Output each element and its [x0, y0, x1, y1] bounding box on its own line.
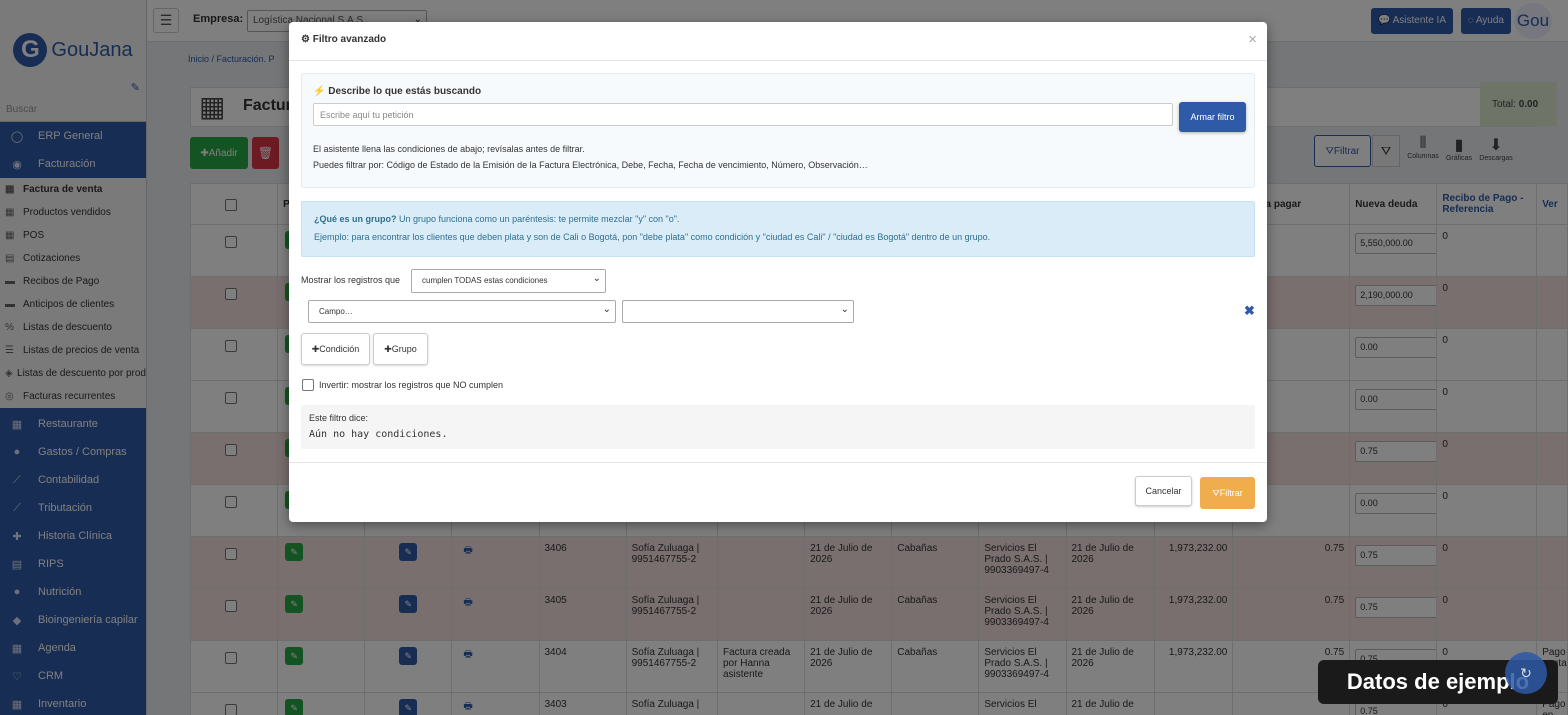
apply-filter-label: Filtrar — [1219, 488, 1243, 498]
plus-icon: ✚ — [384, 343, 392, 354]
group-info-answer: Un grupo funciona como un paréntesis: te… — [396, 214, 680, 224]
add-condition-button[interactable]: ✚ Condición — [301, 333, 370, 365]
plus-icon: ✚ — [311, 343, 320, 354]
group-info-example: Ejemplo: para encontrar los clientes que… — [314, 232, 991, 242]
ai-panel-title: ⚡ Describe lo que estás buscando — [313, 86, 481, 97]
add-condition-label: Condición — [319, 344, 360, 354]
apply-filter-button[interactable]: ⛛ Filtrar — [1200, 477, 1255, 509]
operator-select[interactable]: ⌄ — [622, 300, 854, 323]
gear-icon: ⚙ — [301, 34, 313, 45]
match-mode-value: cumplen TODAS estas condiciones — [422, 276, 548, 285]
ai-fields-note: Puedes filtrar por: Código de Estado de … — [313, 160, 868, 170]
ai-title-text: Describe lo que estás buscando — [328, 86, 482, 97]
bolt-icon: ⚡ — [313, 86, 329, 97]
filter-summary: Este filtro dice: Aún no hay condiciones… — [301, 405, 1255, 449]
invert-label[interactable]: Invertir: mostrar los registros que NO c… — [319, 380, 503, 390]
modal-footer: Cancelar ⛛ Filtrar — [289, 462, 1267, 522]
close-icon[interactable]: × — [1248, 31, 1257, 48]
chevron-down-icon: ⌄ — [592, 273, 601, 284]
refresh-icon[interactable]: ↻ — [1505, 652, 1547, 694]
filter-summary-text: Aún no hay condiciones. — [309, 429, 448, 440]
remove-condition-icon[interactable]: ✖ — [1244, 303, 1255, 319]
modal-header: ⚙ Filtro avanzado × — [289, 22, 1267, 61]
group-info-alert: ¿Qué es un grupo? Un grupo funciona como… — [301, 201, 1255, 257]
ai-assistant-panel: ⚡ Describe lo que estás buscando Escribe… — [301, 73, 1255, 188]
ai-note: El asistente llena las condiciones de ab… — [313, 144, 585, 154]
add-group-label: Grupo — [391, 344, 417, 354]
chevron-down-icon: ⌄ — [840, 304, 849, 315]
invert-checkbox[interactable] — [302, 379, 314, 391]
add-group-button[interactable]: ✚ Grupo — [373, 333, 428, 365]
build-filter-button[interactable]: Armar filtro — [1179, 102, 1246, 132]
chevron-down-icon: ⌄ — [602, 304, 611, 315]
group-info-line: ¿Qué es un grupo? Un grupo funciona como… — [314, 214, 679, 224]
cancel-button[interactable]: Cancelar — [1135, 476, 1192, 506]
filter-icon: ⛛ — [1212, 487, 1220, 498]
filter-summary-title: Este filtro dice: — [309, 413, 369, 423]
group-info-question: ¿Qué es un grupo? — [314, 214, 397, 224]
advanced-filter-modal: ⚙ Filtro avanzado × ⚡ Describe lo que es… — [289, 22, 1267, 522]
field-select[interactable]: Campo… ⌄ — [308, 300, 616, 323]
field-select-value: Campo… — [319, 307, 353, 316]
match-mode-select[interactable]: cumplen TODAS estas condiciones ⌄ — [411, 269, 606, 293]
modal-title: Filtro avanzado — [312, 34, 387, 45]
ai-request-input[interactable]: Escribe aquí tu petición — [313, 103, 1173, 126]
match-mode-label: Mostrar los registros que — [301, 275, 401, 285]
